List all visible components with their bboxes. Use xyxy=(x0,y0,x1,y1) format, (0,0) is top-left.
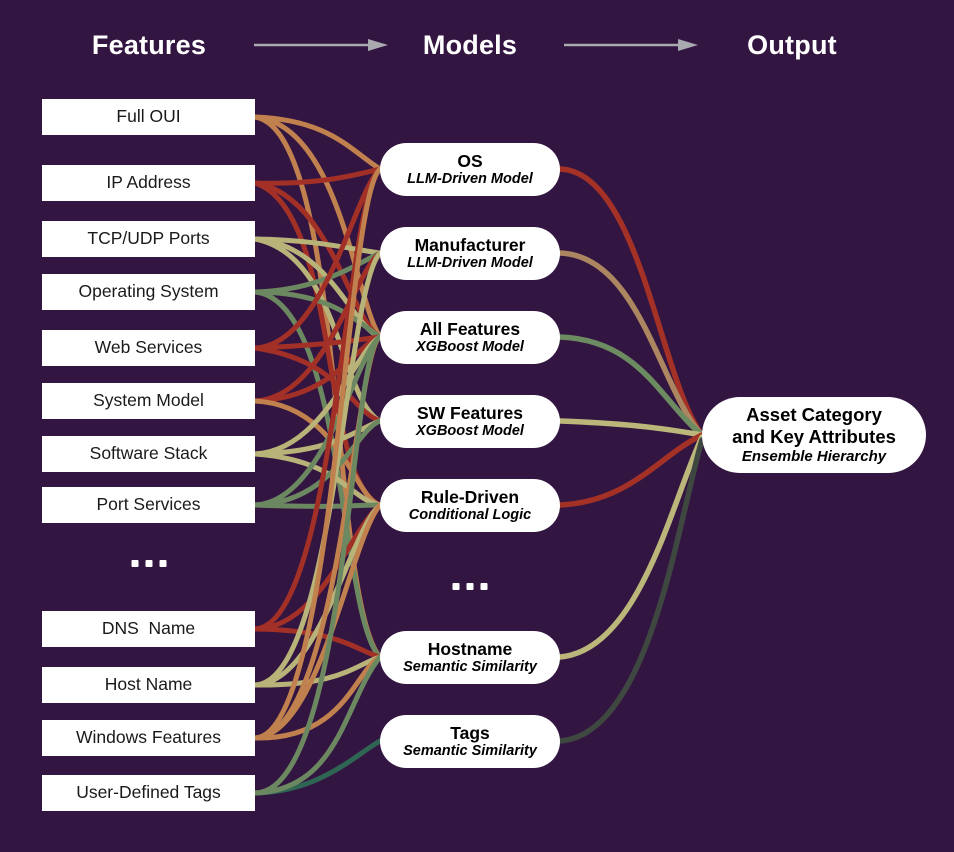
model-subtitle: Semantic Similarity xyxy=(403,742,537,759)
feature-label: Full OUI xyxy=(116,106,181,127)
feature-box-ip-address[interactable]: IP Address xyxy=(42,165,255,201)
model-subtitle: Conditional Logic xyxy=(408,506,532,523)
model-subtitle: LLM-Driven Model xyxy=(407,254,533,271)
arrow-models-to-output xyxy=(564,39,698,51)
feature-label: Windows Features xyxy=(76,727,221,748)
page-title-models: Models xyxy=(422,30,518,60)
feature-label: IP Address xyxy=(106,172,191,193)
feature-box-tcp-udp-ports[interactable]: TCP/UDP Ports xyxy=(42,221,255,257)
ellipsis-dot xyxy=(159,560,167,567)
feature-label: User-Defined Tags xyxy=(76,782,221,803)
feature-label: System Model xyxy=(93,390,204,411)
ellipsis-dot xyxy=(466,583,474,590)
model-pill-sw-features[interactable]: SW Features XGBoost Model xyxy=(380,395,560,448)
ellipsis-dot xyxy=(480,583,488,590)
ellipsis-dot xyxy=(452,583,460,590)
model-subtitle: Semantic Similarity xyxy=(403,658,537,675)
model-title: SW Features xyxy=(417,403,523,424)
ellipsis-dot xyxy=(131,560,139,567)
output-subtitle: Ensemble Hierarchy xyxy=(741,447,887,465)
page-title-output: Output xyxy=(747,30,837,60)
feature-box-software-stack[interactable]: Software Stack xyxy=(42,436,255,472)
feature-box-port-services[interactable]: Port Services xyxy=(42,487,255,523)
feature-label: Software Stack xyxy=(89,443,208,464)
model-pill-os[interactable]: OS LLM-Driven Model xyxy=(380,143,560,196)
output-pill-asset-category[interactable]: Asset Category and Key Attributes Ensemb… xyxy=(702,397,926,473)
model-title: Tags xyxy=(450,723,490,744)
feature-box-operating-system[interactable]: Operating System xyxy=(42,274,255,310)
feature-label: Web Services xyxy=(94,337,203,358)
model-title: Manufacturer xyxy=(414,235,526,256)
models-ellipsis xyxy=(452,583,488,590)
feature-label: Operating System xyxy=(78,281,219,302)
model-title: Rule-Driven xyxy=(420,487,520,508)
feature-box-windows-features[interactable]: Windows Features xyxy=(42,720,255,756)
feature-label: Port Services xyxy=(96,494,201,515)
feature-box-user-defined-tags[interactable]: User-Defined Tags xyxy=(42,775,255,811)
model-subtitle: LLM-Driven Model xyxy=(407,170,533,187)
model-title: OS xyxy=(457,151,483,172)
output-title-line2: and Key Attributes xyxy=(732,426,896,447)
features-ellipsis xyxy=(131,560,167,567)
feature-label: TCP/UDP Ports xyxy=(87,228,210,249)
model-pill-all-features[interactable]: All Features XGBoost Model xyxy=(380,311,560,364)
model-pill-hostname[interactable]: Hostname Semantic Similarity xyxy=(380,631,560,684)
arrow-features-to-models xyxy=(254,39,388,51)
model-subtitle: XGBoost Model xyxy=(416,422,524,439)
model-title: All Features xyxy=(419,319,521,340)
model-pill-rule-driven[interactable]: Rule-Driven Conditional Logic xyxy=(380,479,560,532)
diagram-canvas: Features Models Output Full OUI IP Addre… xyxy=(0,0,954,852)
feature-label: DNS Name xyxy=(101,618,196,639)
feature-box-host-name[interactable]: Host Name xyxy=(42,667,255,703)
feature-label: Host Name xyxy=(104,674,193,695)
model-title: Hostname xyxy=(427,639,513,660)
model-pill-manufacturer[interactable]: Manufacturer LLM-Driven Model xyxy=(380,227,560,280)
feature-box-dns-name[interactable]: DNS Name xyxy=(42,611,255,647)
page-title-features: Features xyxy=(91,30,207,60)
feature-box-web-services[interactable]: Web Services xyxy=(42,330,255,366)
output-title-line1: Asset Category xyxy=(746,404,882,426)
ellipsis-dot xyxy=(145,560,153,567)
feature-box-system-model[interactable]: System Model xyxy=(42,383,255,419)
model-pill-tags[interactable]: Tags Semantic Similarity xyxy=(380,715,560,768)
feature-box-full-oui[interactable]: Full OUI xyxy=(42,99,255,135)
model-subtitle: XGBoost Model xyxy=(416,338,524,355)
